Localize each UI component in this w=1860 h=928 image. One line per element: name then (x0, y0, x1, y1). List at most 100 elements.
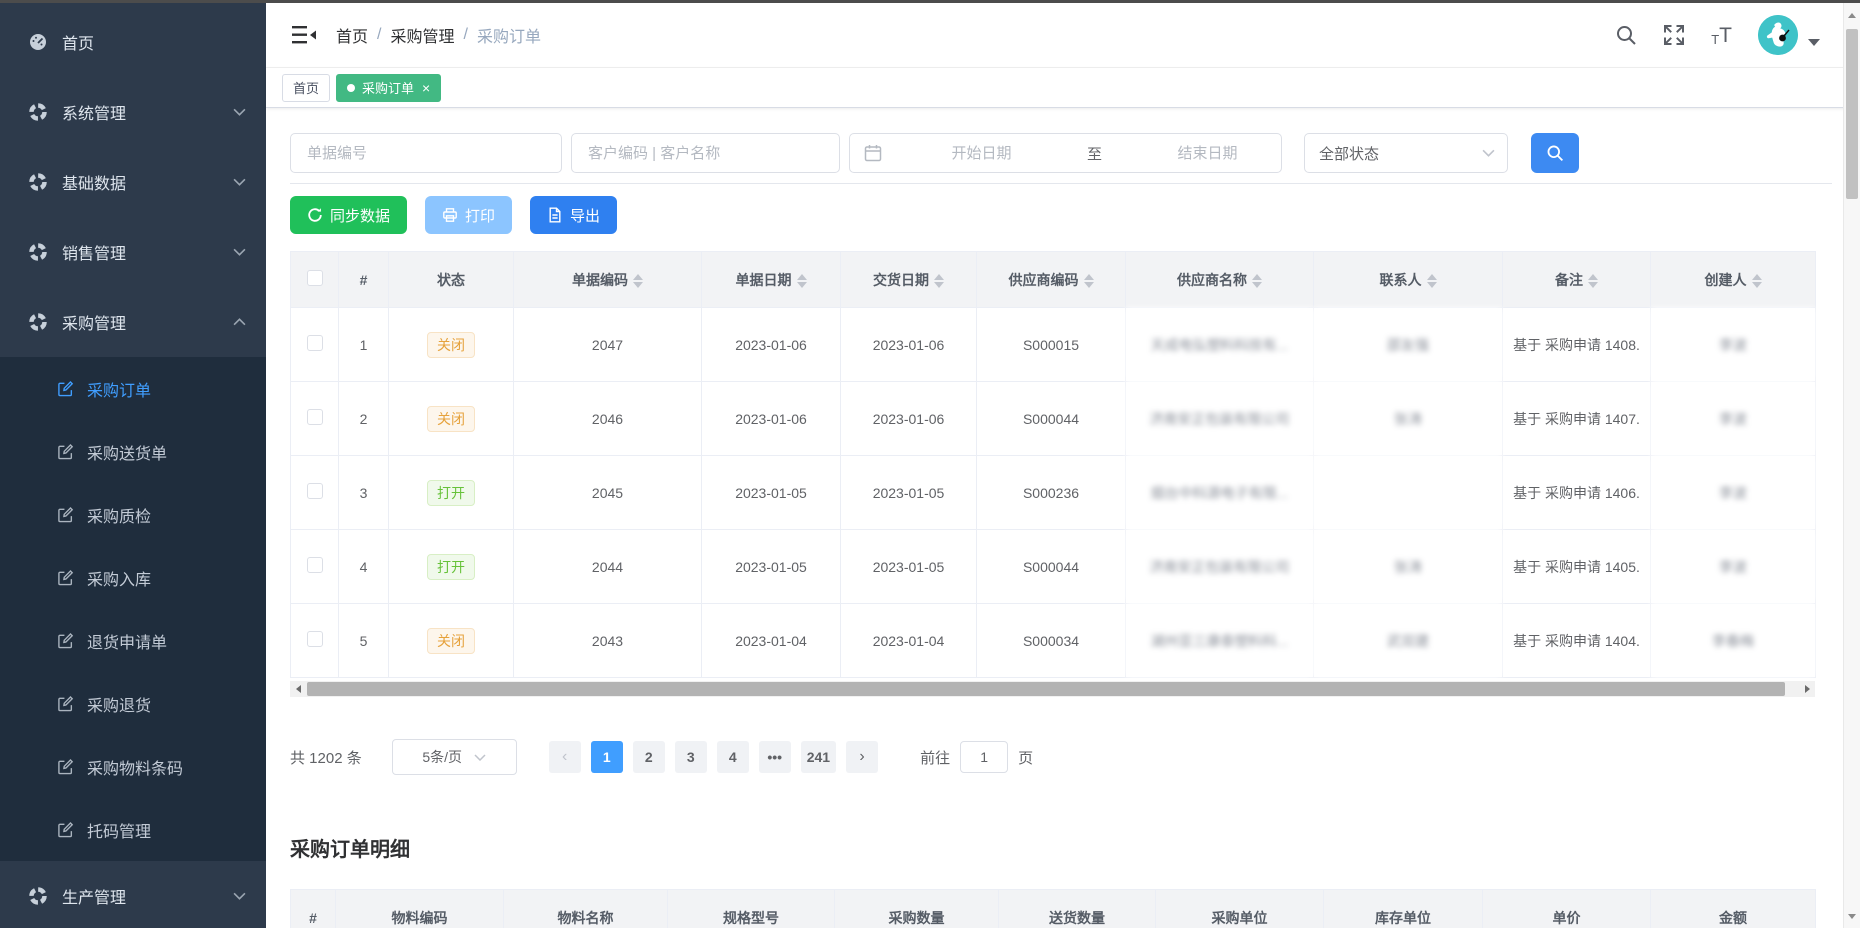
col-doc-date[interactable]: 单据日期 (702, 252, 841, 308)
status-select[interactable]: 全部状态 (1304, 133, 1508, 173)
table-row[interactable]: 4 打开 2044 2023-01-05 2023-01-05 S000044 … (291, 530, 1816, 604)
print-button[interactable]: 打印 (425, 196, 512, 234)
sort-icon[interactable] (633, 274, 643, 288)
customer-input[interactable] (571, 133, 840, 173)
page-button-1[interactable]: 1 (591, 741, 623, 773)
sidebar-item-production[interactable]: 生产管理 (0, 861, 266, 928)
fullscreen-icon[interactable] (1663, 24, 1685, 46)
row-checkbox[interactable] (307, 483, 323, 499)
sidebar-item-purchase-order[interactable]: 采购订单 (0, 357, 266, 420)
sidebar-item-material-barcode[interactable]: 采购物料条码 (0, 735, 266, 798)
page-button-last[interactable]: 241 (801, 741, 836, 773)
col-doc-code[interactable]: 单据编码 (514, 252, 702, 308)
tag-purchase-order[interactable]: 采购订单 × (336, 74, 441, 102)
select-all-checkbox[interactable] (307, 270, 323, 286)
col-material-name: 物料名称 (504, 890, 668, 928)
doc-no-input[interactable] (290, 133, 562, 173)
page-button-3[interactable]: 3 (675, 741, 707, 773)
sidebar-item-pallet-code[interactable]: 托码管理 (0, 798, 266, 861)
sidebar-item-sales[interactable]: 销售管理 (0, 217, 266, 287)
font-size-icon[interactable]: TT (1711, 25, 1732, 46)
sort-icon[interactable] (1252, 274, 1262, 288)
table-row[interactable]: 1 关闭 2047 2023-01-06 2023-01-06 S000015 … (291, 308, 1816, 382)
table-row[interactable]: 3 打开 2045 2023-01-05 2023-01-05 S000236 … (291, 456, 1816, 530)
col-delivery-date[interactable]: 交货日期 (841, 252, 977, 308)
sort-icon[interactable] (1752, 274, 1762, 288)
component-icon (28, 312, 48, 332)
search-button[interactable] (1531, 133, 1579, 173)
table-row[interactable]: 2 关闭 2046 2023-01-06 2023-01-06 S000044 … (291, 382, 1816, 456)
page-size-select[interactable]: 5条/页 (392, 739, 517, 775)
col-creator[interactable]: 创建人 (1651, 252, 1816, 308)
supplier-name-redacted: 济南安正包装有限公司 (1126, 382, 1314, 456)
creator-redacted: 李波 (1651, 456, 1816, 530)
vertical-scrollbar[interactable] (1843, 3, 1860, 928)
date-range-picker[interactable]: 至 (849, 133, 1282, 173)
sidebar-item-label: 首页 (62, 30, 94, 54)
sidebar-item-purchase-return[interactable]: 采购退货 (0, 672, 266, 735)
scroll-right-icon[interactable] (1799, 681, 1815, 697)
search-icon[interactable] (1615, 24, 1637, 46)
sync-data-button[interactable]: 同步数据 (290, 196, 407, 234)
avatar[interactable] (1758, 15, 1798, 55)
sort-icon[interactable] (1427, 274, 1437, 288)
horizontal-scrollbar[interactable] (290, 681, 1815, 697)
tag-home[interactable]: 首页 (282, 74, 330, 102)
page-button-4[interactable]: 4 (717, 741, 749, 773)
sidebar-item-return-request[interactable]: 退货申请单 (0, 609, 266, 672)
goto-page-input[interactable] (960, 741, 1008, 773)
sidebar-item-purchase-inbound[interactable]: 采购入库 (0, 546, 266, 609)
more-pages-button[interactable]: ••• (759, 741, 791, 773)
table-row[interactable]: 5 关闭 2043 2023-01-04 2023-01-04 S000034 … (291, 604, 1816, 678)
sidebar-item-system[interactable]: 系统管理 (0, 77, 266, 147)
sidebar-item-purchase[interactable]: 采购管理 (0, 287, 266, 357)
sidebar-item-label: 采购质检 (87, 503, 151, 527)
breadcrumb-home[interactable]: 首页 (336, 23, 368, 47)
sidebar-item-label: 销售管理 (62, 240, 126, 264)
scroll-down-icon[interactable] (1844, 906, 1860, 926)
col-supplier-name[interactable]: 供应商名称 (1126, 252, 1314, 308)
menu-fold-icon[interactable] (292, 25, 316, 45)
window-top-edge (0, 0, 1860, 3)
col-supplier-code[interactable]: 供应商编码 (977, 252, 1126, 308)
row-checkbox[interactable] (307, 409, 323, 425)
page-button-2[interactable]: 2 (633, 741, 665, 773)
sort-icon[interactable] (1588, 274, 1598, 288)
caret-down-icon[interactable] (1808, 39, 1820, 46)
prev-page-button[interactable]: ‹ (549, 741, 581, 773)
col-contact[interactable]: 联系人 (1314, 252, 1503, 308)
sidebar-item-label: 退货申请单 (87, 629, 167, 653)
sidebar-item-purchase-delivery[interactable]: 采购送货单 (0, 420, 266, 483)
export-button[interactable]: 导出 (530, 196, 617, 234)
close-icon[interactable]: × (422, 81, 430, 95)
row-checkbox[interactable] (307, 631, 323, 647)
sort-icon[interactable] (797, 274, 807, 288)
sidebar-item-home[interactable]: 首页 (0, 7, 266, 77)
col-remark[interactable]: 备注 (1503, 252, 1651, 308)
start-date-input[interactable] (882, 145, 1081, 162)
edit-icon (57, 380, 74, 397)
row-checkbox[interactable] (307, 557, 323, 573)
end-date-input[interactable] (1108, 145, 1307, 162)
navbar: 首页 / 采购管理 / 采购订单 TT (266, 3, 1860, 68)
sidebar-item-purchase-qc[interactable]: 采购质检 (0, 483, 266, 546)
sidebar-item-basedata[interactable]: 基础数据 (0, 147, 266, 217)
user-menu[interactable] (1758, 15, 1820, 55)
breadcrumb-purchase[interactable]: 采购管理 (390, 23, 454, 47)
next-page-button[interactable]: › (846, 741, 878, 773)
row-checkbox[interactable] (307, 335, 323, 351)
col-status: 状态 (389, 252, 514, 308)
sidebar-item-label: 采购管理 (62, 310, 126, 334)
scroll-left-icon[interactable] (290, 681, 306, 697)
status-badge: 关闭 (427, 406, 475, 432)
detail-section-title: 采购订单明细 (290, 833, 1832, 862)
orders-table: # 状态 单据编码 单据日期 交货日期 供应商编码 供应商名称 联系人 备注 创… (290, 251, 1815, 678)
edit-icon (57, 443, 74, 460)
horizontal-scrollbar-thumb[interactable] (307, 682, 1785, 696)
vertical-scrollbar-thumb[interactable] (1846, 29, 1858, 199)
sort-icon[interactable] (934, 274, 944, 288)
printer-icon (442, 207, 458, 223)
scroll-up-icon[interactable] (1844, 5, 1860, 25)
sort-icon[interactable] (1084, 274, 1094, 288)
button-label: 同步数据 (330, 205, 390, 226)
